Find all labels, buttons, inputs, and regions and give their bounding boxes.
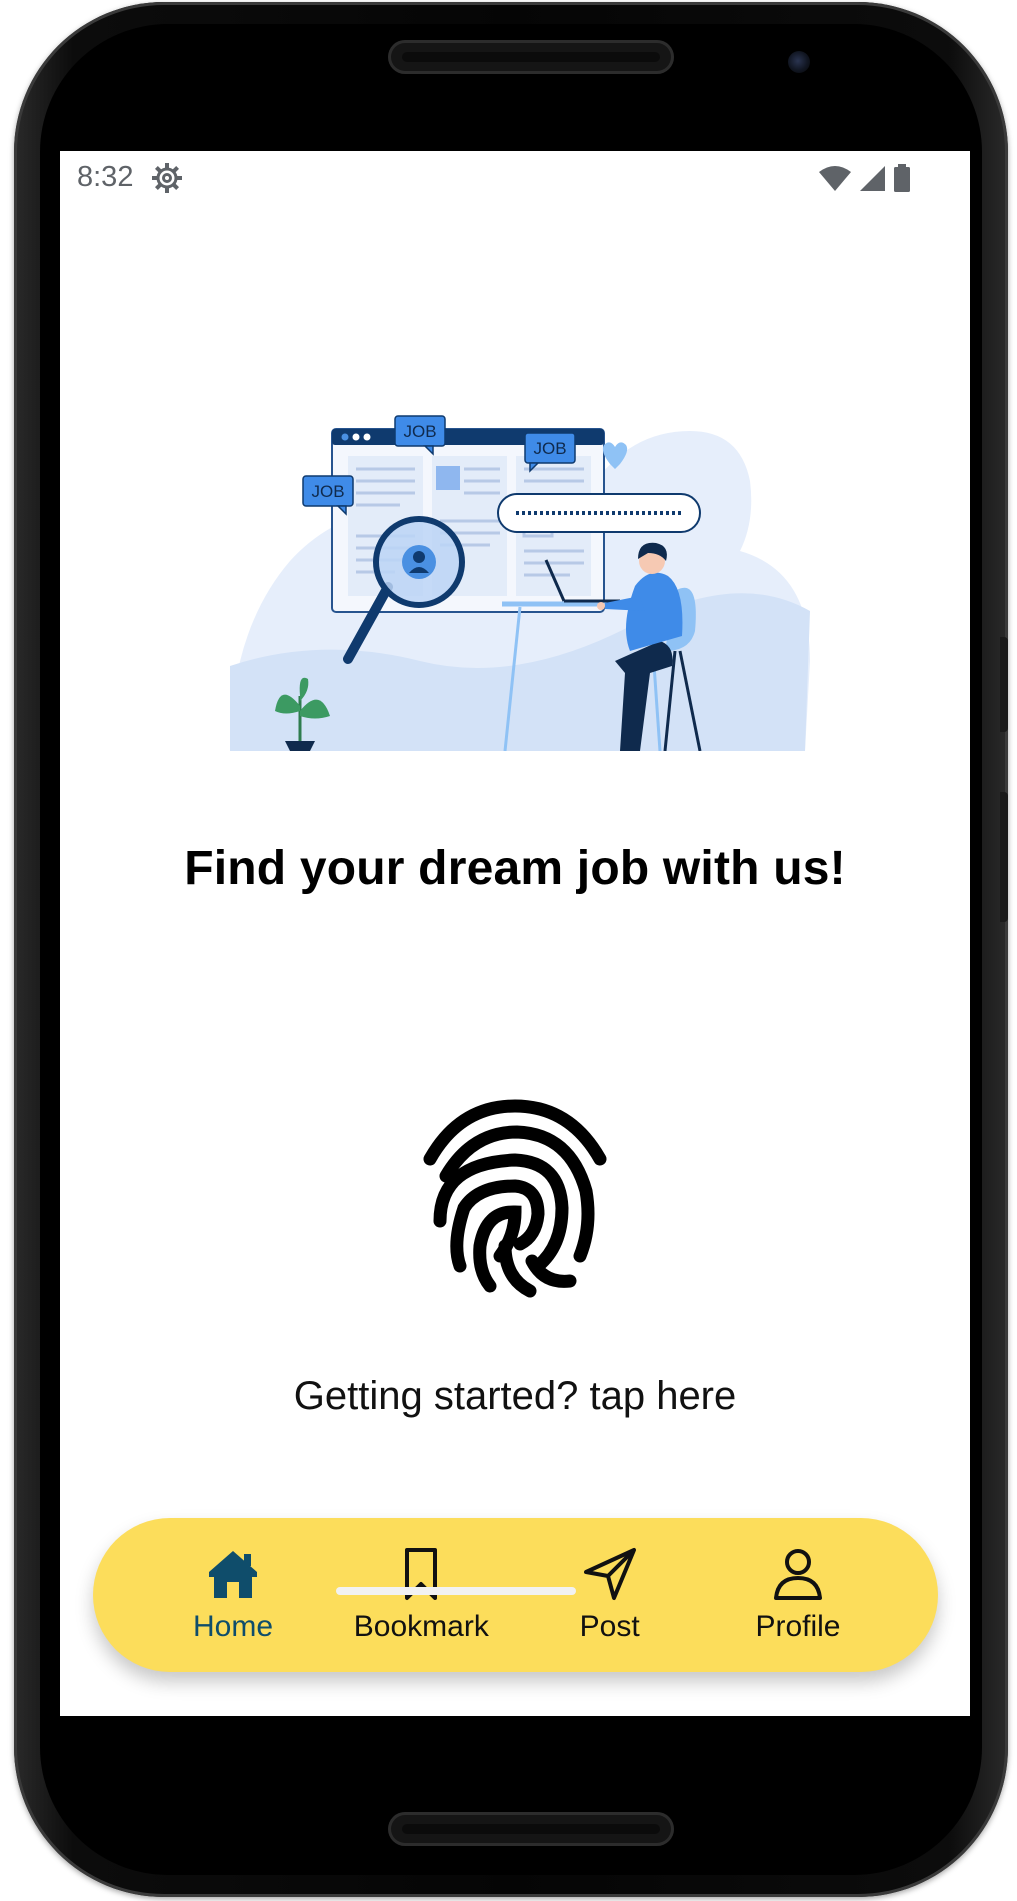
home-gesture-bar[interactable] — [336, 1587, 576, 1595]
bottom-speaker — [388, 1812, 674, 1846]
job-tag: JOB — [302, 475, 354, 516]
status-time: 8:32 — [77, 161, 134, 193]
home-icon — [209, 1551, 257, 1598]
app-screen: 8:32 JOB JOB JOB Find your dream job wit… — [60, 151, 970, 1716]
power-button — [1000, 637, 1008, 732]
status-icons — [818, 163, 912, 193]
headline: Find your dream job with us! — [184, 842, 846, 895]
settings-gear-icon — [152, 163, 182, 193]
nav-label-home: Home — [192, 1610, 274, 1643]
nav-item-post[interactable]: Post — [530, 1530, 690, 1660]
fingerprint-icon[interactable] — [420, 1096, 610, 1311]
status-bar: 8:32 — [60, 151, 970, 207]
svg-text:JOB: JOB — [311, 482, 344, 501]
svg-text:JOB: JOB — [403, 422, 436, 441]
bottom-navigation: Home Bookmark Post Profile — [93, 1518, 938, 1672]
nav-item-profile[interactable]: Profile — [718, 1530, 878, 1660]
top-speaker — [388, 40, 674, 74]
job-search-illustration: JOB JOB JOB — [230, 415, 810, 751]
person-icon — [773, 1549, 822, 1600]
svg-text:JOB: JOB — [533, 439, 566, 458]
nav-label-profile: Profile — [755, 1610, 841, 1643]
send-icon — [583, 1548, 636, 1600]
front-camera — [788, 51, 810, 73]
wifi-icon — [819, 166, 851, 191]
cellular-signal-icon — [860, 166, 885, 191]
battery-icon — [894, 164, 910, 192]
nav-label-post: Post — [579, 1610, 640, 1643]
get-started-link[interactable]: Getting started? tap here — [60, 1374, 970, 1419]
nav-item-home[interactable]: Home — [153, 1530, 313, 1660]
volume-button — [1000, 792, 1008, 922]
nav-label-bookmark: Bookmark — [353, 1610, 489, 1643]
nav-item-bookmark[interactable]: Bookmark — [341, 1530, 501, 1660]
